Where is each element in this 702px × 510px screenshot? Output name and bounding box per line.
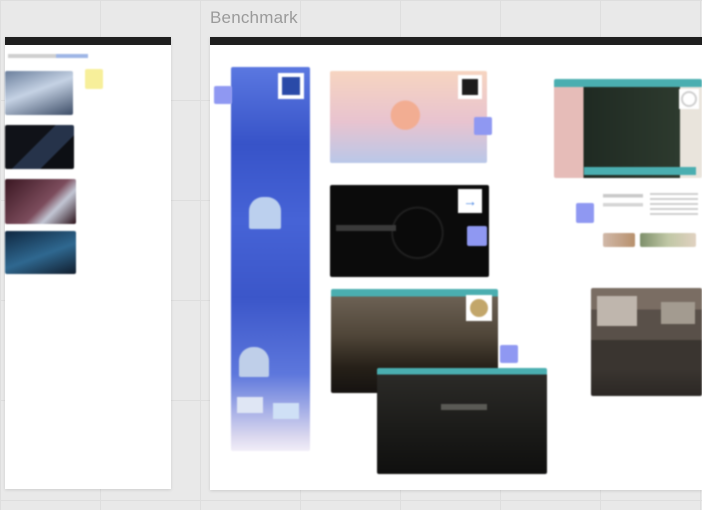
pink-portrait-screenshot[interactable] <box>554 79 702 178</box>
reference-thumbnail-4[interactable] <box>5 231 76 274</box>
reference-thumbnail-2[interactable] <box>5 125 74 169</box>
sticky-note-blue-5[interactable] <box>576 203 594 223</box>
brand-logo-icon <box>278 73 304 99</box>
mobile-card-image <box>237 397 263 413</box>
reference-notes-block <box>603 194 643 214</box>
sticky-note-blue-2[interactable] <box>474 117 492 135</box>
photo-strip-thumb-2[interactable] <box>640 233 696 247</box>
sticky-note-yellow[interactable] <box>85 69 103 89</box>
arrow-right-icon[interactable]: → <box>458 189 482 213</box>
mobile-longscroll-screenshot[interactable] <box>231 67 310 451</box>
dark-forest-screenshot[interactable] <box>377 368 547 474</box>
mobile-card-image <box>239 347 269 377</box>
benchmark-frame-header-bar <box>210 37 702 45</box>
reference-thumbnail-3[interactable] <box>5 179 76 224</box>
sticky-note-blue-1[interactable] <box>214 86 232 104</box>
left-frame[interactable] <box>5 37 171 489</box>
reference-notes-block <box>650 193 698 217</box>
sticky-note-blue-3[interactable] <box>467 226 487 246</box>
brand-logo-icon <box>458 75 482 99</box>
reference-thumbnail-1[interactable] <box>5 71 73 115</box>
left-frame-caption <box>8 54 88 58</box>
pastel-hero-screenshot[interactable] <box>330 71 487 163</box>
interior-photo-screenshot[interactable] <box>591 288 702 396</box>
photo-strip-thumb-1[interactable] <box>603 233 635 247</box>
mobile-card-image <box>273 403 299 419</box>
brand-logo-icon <box>679 89 699 109</box>
board-title: Benchmark <box>210 8 298 27</box>
dark-circle-screenshot[interactable]: → <box>330 185 489 277</box>
sticky-note-blue-4[interactable] <box>500 345 518 363</box>
mobile-card-image <box>249 197 281 229</box>
benchmark-frame[interactable]: → <box>210 37 702 490</box>
left-frame-header-bar <box>5 37 171 45</box>
brand-logo-icon <box>466 295 492 321</box>
